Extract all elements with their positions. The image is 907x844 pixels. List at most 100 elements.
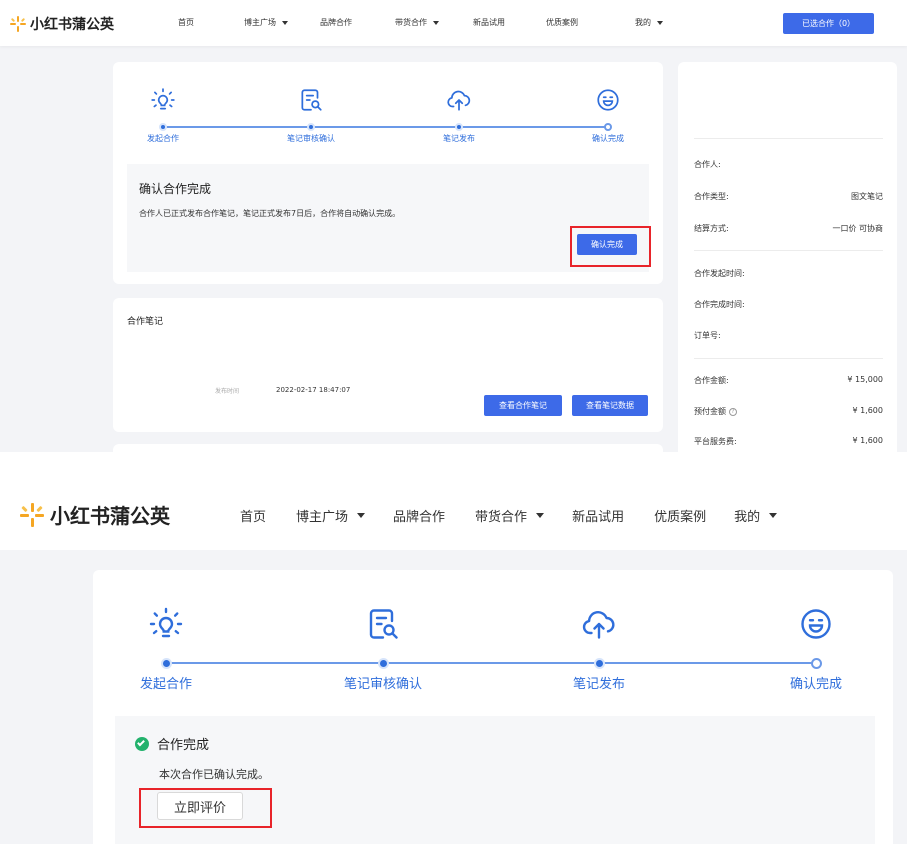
complete-title-row: 合作完成: [135, 734, 209, 753]
nav-item-1[interactable]: 博主广场: [244, 17, 288, 28]
screenshot-gap: [0, 452, 907, 476]
step-label: 确认完成: [789, 677, 843, 692]
nav-item-2[interactable]: 品牌合作: [320, 17, 352, 28]
note-title: 合作笔记: [127, 317, 164, 327]
info-label-text: 订单号:: [694, 331, 721, 340]
info-row: 合作人:: [694, 159, 883, 170]
step-dot: [455, 123, 463, 131]
order-info-sidebar: 合作人: 合作类型: 图文笔记结算方式: 一口价 可协商 合作发起时间: 合作完成时间: 订…: [678, 62, 897, 452]
rate-now-button[interactable]: 立即评价: [157, 792, 243, 820]
complete-desc: 本次合作已确认完成。: [159, 768, 269, 781]
info-row: 合作类型: 图文笔记: [694, 191, 883, 202]
smile-icon: [798, 606, 834, 646]
nav-item-0[interactable]: 首页: [240, 506, 266, 525]
step-dot: [810, 657, 822, 669]
confirm-title: 确认合作完成: [139, 182, 212, 196]
help-icon[interactable]: ?: [729, 407, 737, 416]
screenshot-top: 小红书蒲公英 首页 博主广场 品牌合作 带货合作 新品试用 优质案例 我的 已选合作（0） …: [0, 0, 907, 452]
step-track: [166, 662, 816, 664]
nav-item-label: 带货合作: [395, 18, 427, 27]
publish-time: 2022-02-17 18:47:07: [276, 386, 351, 394]
lightbulb-icon: [150, 87, 176, 117]
nav-item-label: 我的: [635, 18, 651, 27]
step-dot: [593, 657, 605, 669]
divider: [694, 358, 883, 359]
info-row: 平台服务费: ¥ 1,600: [694, 436, 883, 447]
divider: [694, 250, 883, 251]
info-label: 合作金额:: [694, 375, 729, 386]
top-navbar: 小红书蒲公英 首页 博主广场 品牌合作 带货合作 新品试用 优质案例 我的 已选合作（0）: [0, 0, 907, 46]
nav-item-3[interactable]: 带货合作: [395, 17, 439, 28]
info-row: 订单号:: [694, 330, 883, 341]
nav-item-label: 优质案例: [654, 510, 707, 525]
nav-item-label: 品牌合作: [393, 510, 446, 525]
progress-card-zoomed: 发起合作 笔记审核确认 笔记发布 确认完成 合作完成 本次合作已确认完成。 立即评价: [93, 570, 893, 844]
nav-item-label: 首页: [240, 510, 267, 525]
step-dot: [159, 123, 167, 131]
note-review-icon: [298, 87, 324, 117]
info-label-text: 平台服务费:: [694, 437, 737, 446]
info-label-text: 预付金额: [694, 407, 726, 416]
nav-item-label: 博主广场: [296, 510, 349, 525]
step-label: 发起合作: [139, 677, 193, 692]
info-label: 合作人:: [694, 159, 721, 170]
view-note-data-button[interactable]: 查看笔记数据: [572, 395, 648, 416]
step-dot: [377, 657, 389, 669]
chevron-down-icon: [657, 20, 663, 25]
check-circle-icon: [135, 736, 149, 751]
step-label: 笔记审核确认: [287, 134, 335, 143]
nav-item-4[interactable]: 新品试用: [473, 17, 505, 28]
info-label: 合作发起时间:: [694, 268, 745, 279]
info-row: 预付金额? ¥ 1,600: [694, 406, 883, 417]
chevron-down-icon: [536, 513, 545, 518]
nav-item-5[interactable]: 优质案例: [546, 17, 578, 28]
step-progress: 发起合作 笔记审核确认 笔记发布 确认完成: [113, 62, 663, 152]
nav-item-6[interactable]: 我的: [734, 506, 778, 525]
info-label-text: 结算方式:: [694, 224, 729, 233]
main-menu: 首页 博主广场 品牌合作 带货合作 新品试用 优质案例 我的: [178, 17, 663, 28]
brand-logo-zoomed[interactable]: 小红书蒲公英: [20, 500, 170, 529]
chevron-down-icon: [357, 513, 366, 518]
info-value: 图文笔记: [851, 192, 883, 201]
step-label: 笔记发布: [572, 677, 626, 692]
nav-item-label: 优质案例: [546, 18, 578, 27]
info-label: 结算方式:: [694, 223, 729, 234]
nav-item-5[interactable]: 优质案例: [654, 506, 706, 525]
step-label: 笔记审核确认: [343, 677, 423, 692]
confirm-desc: 合作人已正式发布合作笔记，笔记正式发布7日后，合作将自动确认完成。: [139, 209, 401, 218]
info-label: 合作类型:: [694, 191, 729, 202]
brand-logo[interactable]: 小红书蒲公英: [10, 14, 114, 34]
confirm-complete-button[interactable]: 确认完成: [577, 234, 637, 255]
step-progress-zoomed: 发起合作 笔记审核确认 笔记发布 确认完成: [93, 570, 893, 692]
nav-item-3[interactable]: 带货合作: [475, 506, 545, 525]
nav-item-label: 品牌合作: [320, 18, 352, 27]
info-label: 订单号:: [694, 330, 721, 341]
dandelion-icon: [10, 16, 26, 32]
nav-item-0[interactable]: 首页: [178, 17, 194, 28]
dandelion-icon: [20, 502, 44, 527]
info-label-text: 合作完成时间:: [694, 300, 745, 309]
info-label: 预付金额?: [694, 406, 737, 417]
info-label: 合作完成时间:: [694, 299, 745, 310]
selected-cooperation-button[interactable]: 已选合作（0）: [783, 13, 874, 34]
nav-item-label: 首页: [178, 18, 194, 27]
nav-item-2[interactable]: 品牌合作: [393, 506, 445, 525]
info-row: 结算方式: 一口价 可协商: [694, 223, 883, 234]
info-value: ¥ 15,000: [847, 375, 883, 384]
chevron-down-icon: [769, 513, 778, 518]
nav-item-4[interactable]: 新品试用: [572, 506, 624, 525]
info-row: 合作发起时间:: [694, 268, 883, 279]
brand-name: 小红书蒲公英: [30, 17, 114, 33]
step-dot: [307, 123, 315, 131]
nav-item-1[interactable]: 博主广场: [296, 506, 366, 525]
info-label-text: 合作人:: [694, 160, 721, 169]
view-note-button[interactable]: 查看合作笔记: [484, 395, 562, 416]
chevron-down-icon: [433, 20, 439, 25]
smile-icon: [595, 87, 621, 117]
publish-time-label: 发布时间: [215, 388, 240, 395]
nav-item-6[interactable]: 我的: [635, 17, 663, 28]
brand-name: 小红书蒲公英: [50, 504, 170, 528]
info-label-text: 合作发起时间:: [694, 269, 745, 278]
info-label: 平台服务费:: [694, 436, 737, 447]
note-review-icon: [365, 606, 401, 646]
